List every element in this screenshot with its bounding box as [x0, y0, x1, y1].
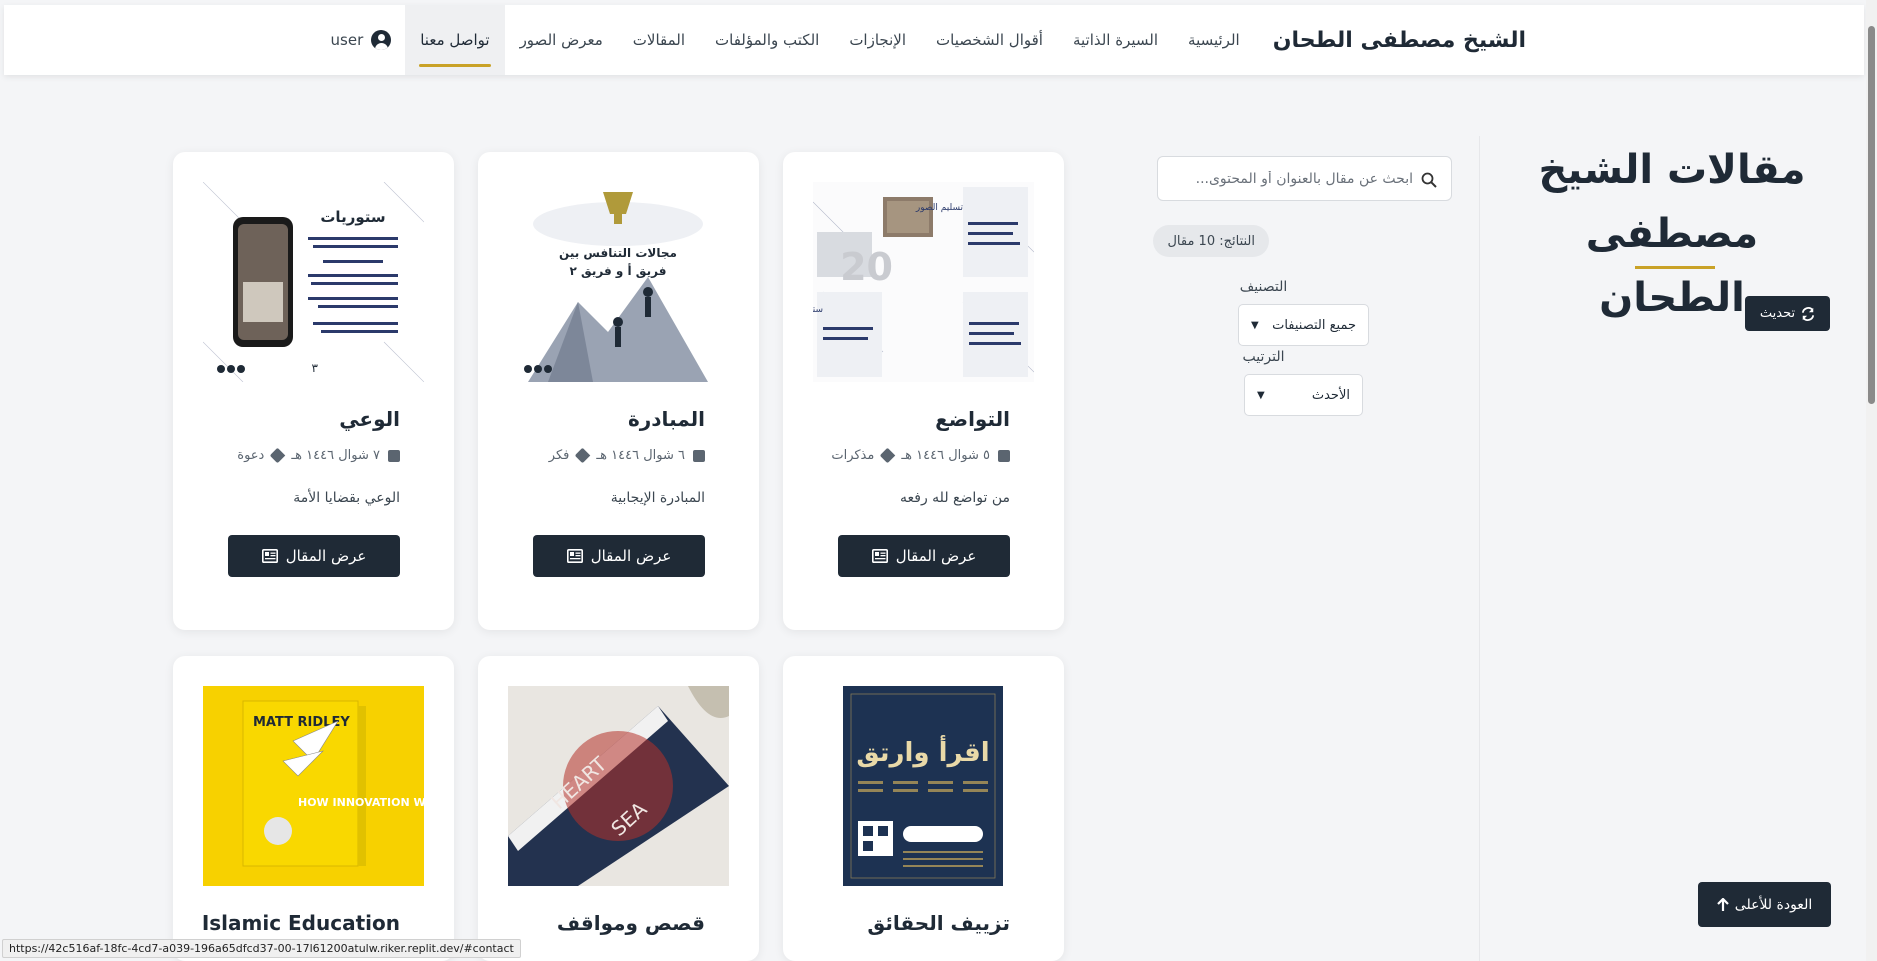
- nav-quotes[interactable]: أقوال الشخصيات: [921, 5, 1058, 75]
- refresh-label: تحديث: [1759, 306, 1796, 321]
- article-meta: ٥ شوال ١٤٤٦ هـ مذكرات: [831, 447, 1010, 464]
- article-category: فكر: [548, 448, 570, 463]
- article-card: مجالات التنافس بين فريق أ و فريق ٢ المبا…: [478, 152, 759, 630]
- article-image[interactable]: MATT RIDLEY HOW INNOVATION WORKS: [203, 686, 424, 886]
- article-date: ٥ شوال ١٤٤٦ هـ: [901, 448, 990, 463]
- article-image-text: فريق أ و فريق ٢: [570, 263, 667, 279]
- article-description: المبادرة الإيجابية: [610, 490, 705, 506]
- article-image-text: ستوريات: [320, 208, 385, 226]
- sort-label: الترتيب: [1242, 349, 1285, 365]
- article-meta: ٧ شوال ١٤٤٦ هـ دعوة: [237, 447, 400, 464]
- category-select[interactable]: جميع التصنيفات ▼: [1238, 304, 1369, 346]
- status-bar-url: https://42c516af-18fc-4cd7-a039-196a65df…: [2, 939, 521, 958]
- view-article-label: عرض المقال: [285, 547, 367, 565]
- sort-select-value: الأحدث: [1311, 387, 1350, 403]
- back-to-top-button[interactable]: العودة للأعلى: [1698, 882, 1831, 927]
- article-image-text: ستوريات: [813, 305, 823, 315]
- refresh-button[interactable]: تحديث: [1745, 296, 1830, 331]
- user-menu[interactable]: user: [317, 5, 406, 75]
- tag-icon: [880, 447, 896, 464]
- calendar-icon: [998, 449, 1010, 462]
- chevron-down-icon: ▼: [1251, 319, 1259, 331]
- view-article-label: عرض المقال: [590, 547, 672, 565]
- calendar-icon: [693, 449, 705, 462]
- article-title[interactable]: تزييف الحقائق: [867, 911, 1010, 935]
- article-card: HEART SEA قصص ومواقف: [478, 656, 759, 961]
- page-scrollbar[interactable]: [1866, 0, 1877, 961]
- calendar-icon: [388, 449, 400, 462]
- brand-title[interactable]: الشيخ مصطفى الطحان: [1255, 5, 1526, 75]
- article-image-text: مجالات التنافس بين: [559, 246, 677, 260]
- article-title[interactable]: الوعي: [339, 407, 400, 431]
- view-article-button[interactable]: عرض المقال: [838, 535, 1010, 577]
- article-image[interactable]: مجالات التنافس بين فريق أ و فريق ٢: [508, 182, 729, 382]
- article-card: MATT RIDLEY HOW INNOVATION WORKS Islamic…: [173, 656, 454, 961]
- user-circle-icon: [371, 30, 392, 50]
- view-article-button[interactable]: عرض المقال: [533, 535, 705, 577]
- newspaper-icon: [871, 549, 888, 563]
- tag-icon: [575, 447, 591, 464]
- user-label: user: [330, 31, 364, 49]
- tag-icon: [270, 447, 286, 464]
- article-date: ٧ شوال ١٤٤٦ هـ: [291, 448, 380, 463]
- article-title[interactable]: قصص ومواقف: [557, 911, 705, 935]
- category-label: التصنيف: [1239, 279, 1288, 295]
- article-image[interactable]: HEART SEA: [508, 686, 729, 886]
- article-card: ستوريات ٣ الوعي ٧ شوال ١٤٤٦ هـ دعوة الوع…: [173, 152, 454, 630]
- svg-text:20: 20: [840, 245, 893, 289]
- title-underline: [1635, 266, 1715, 269]
- view-article-label: عرض المقال: [895, 547, 977, 565]
- view-article-button[interactable]: عرض المقال: [228, 535, 400, 577]
- scrollbar-thumb[interactable]: [1868, 26, 1875, 404]
- search-input[interactable]: [1158, 157, 1451, 200]
- nav-books[interactable]: الكتب والمؤلفات: [700, 5, 834, 75]
- nav-links: الرئيسية السيرة الذاتية أقوال الشخصيات ا…: [317, 5, 1255, 75]
- article-title[interactable]: المبادرة: [628, 407, 705, 431]
- article-image[interactable]: ستوريات ٣: [203, 182, 424, 382]
- nav-biography[interactable]: السيرة الذاتية: [1058, 5, 1173, 75]
- refresh-icon: [1801, 306, 1815, 321]
- nav-contact[interactable]: تواصل معنا: [405, 5, 505, 75]
- article-image-text: HOW INNOVATION WORKS: [298, 796, 424, 809]
- article-category: مذكرات: [831, 448, 875, 463]
- navbar: الشيخ مصطفى الطحان الرئيسية السيرة الذات…: [4, 5, 1864, 75]
- arrow-up-icon: [1717, 897, 1729, 911]
- search-icon: [1421, 172, 1437, 188]
- sidebar-divider: [1479, 136, 1480, 961]
- article-date: ٦ شوال ١٤٤٦ هـ: [596, 448, 685, 463]
- article-image-text: تسليم الصور: [915, 203, 964, 213]
- article-card: اقرأ وارتق تزييف الحقائق: [783, 656, 1064, 961]
- nav-achievements[interactable]: الإنجازات: [834, 5, 921, 75]
- article-category: دعوة: [237, 448, 265, 463]
- nav-home[interactable]: الرئيسية: [1173, 5, 1255, 75]
- article-description: الوعي بقضايا الأمة: [293, 490, 400, 506]
- nav-articles[interactable]: المقالات: [618, 5, 700, 75]
- svg-text:٣: ٣: [312, 361, 319, 375]
- article-meta: ٦ شوال ١٤٤٦ هـ فكر: [548, 447, 705, 464]
- newspaper-icon: [566, 549, 583, 563]
- article-image-text: اقرأ وارتق: [856, 735, 989, 768]
- results-count-badge: النتائج: 10 مقال: [1153, 225, 1269, 257]
- newspaper-icon: [261, 549, 278, 563]
- article-title[interactable]: التواضع: [935, 407, 1010, 431]
- sort-select[interactable]: الأحدث ▼: [1244, 374, 1363, 416]
- article-card: 20 تسليم الصور ستوريات التواضع ٥ شوال ١٤…: [783, 152, 1064, 630]
- category-select-value: جميع التصنيفات: [1272, 317, 1356, 333]
- article-description: من تواضع لله رفعه: [900, 490, 1010, 506]
- article-image[interactable]: 20 تسليم الصور ستوريات: [813, 182, 1034, 382]
- article-title[interactable]: Islamic Education: [202, 911, 400, 935]
- back-to-top-label: العودة للأعلى: [1734, 896, 1813, 913]
- article-image[interactable]: اقرأ وارتق: [843, 686, 1003, 886]
- nav-gallery[interactable]: معرض الصور: [505, 5, 618, 75]
- page-title-line1: مقالات الشيخ: [1538, 147, 1806, 193]
- chevron-down-icon: ▼: [1257, 389, 1265, 401]
- search-box: [1157, 156, 1452, 201]
